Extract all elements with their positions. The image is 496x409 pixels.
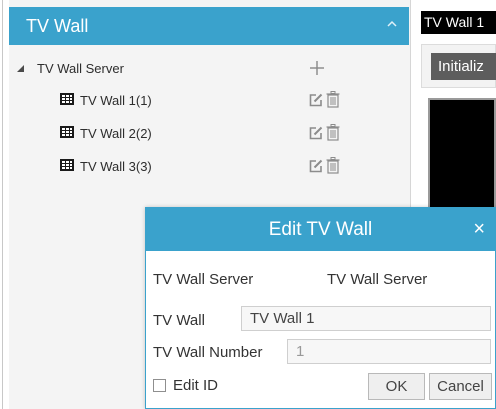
tv-wall-name-input[interactable] — [241, 306, 491, 331]
edit-icon[interactable] — [308, 125, 324, 141]
dialog-header: Edit TV Wall × — [146, 208, 495, 251]
trash-icon[interactable] — [326, 157, 340, 174]
tv-wall-grid-icon — [60, 93, 74, 105]
tv-wall-label: TV Wall 3(3) — [80, 159, 152, 174]
tv-wall-number-label: TV Wall Number — [153, 344, 263, 361]
tv-wall-label: TV Wall 1(1) — [80, 93, 152, 108]
panel-title: TV Wall — [26, 16, 89, 36]
tv-wall-number-input — [287, 339, 491, 364]
close-icon[interactable]: × — [473, 219, 485, 239]
panel-header[interactable]: TV Wall — [9, 7, 409, 45]
dialog-title: Edit TV Wall — [268, 219, 373, 240]
trash-icon[interactable] — [326, 124, 340, 141]
tree-item-tv-wall-3[interactable]: TV Wall 3(3) — [60, 157, 405, 179]
edit-icon[interactable] — [308, 158, 324, 174]
triangle-down-icon[interactable] — [15, 63, 25, 73]
chevron-up-icon[interactable] — [385, 17, 399, 31]
trash-icon[interactable] — [326, 91, 340, 108]
plus-icon[interactable] — [307, 58, 327, 78]
server-field-value: TV Wall Server — [327, 271, 428, 288]
tree-item-server[interactable]: TV Wall Server — [15, 59, 405, 81]
tv-wall-label: TV Wall 2(2) — [80, 126, 152, 141]
tv-wall-screen[interactable] — [428, 98, 496, 218]
tab-tv-wall-1[interactable]: TV Wall 1 — [421, 11, 496, 34]
tv-wall-grid-icon — [60, 126, 74, 138]
server-field-label: TV Wall Server — [153, 271, 254, 288]
tree-item-tv-wall-1[interactable]: TV Wall 1(1) — [60, 91, 405, 113]
edit-id-label: Edit ID — [173, 377, 219, 394]
edit-icon[interactable] — [308, 92, 324, 108]
tv-wall-field-label: TV Wall — [153, 312, 205, 329]
tree-item-tv-wall-2[interactable]: TV Wall 2(2) — [60, 124, 405, 146]
ok-button[interactable]: OK — [368, 373, 425, 400]
left-divider — [2, 0, 3, 409]
tv-wall-grid-icon — [60, 159, 74, 171]
view-toolbar: Initializ — [421, 44, 496, 88]
edit-id-checkbox[interactable] — [153, 379, 166, 392]
initialize-button[interactable]: Initializ — [431, 53, 496, 80]
edit-tv-wall-dialog: Edit TV Wall × TV Wall Server TV Wall Se… — [145, 207, 496, 409]
server-label: TV Wall Server — [37, 61, 124, 76]
cancel-button[interactable]: Cancel — [429, 373, 492, 400]
